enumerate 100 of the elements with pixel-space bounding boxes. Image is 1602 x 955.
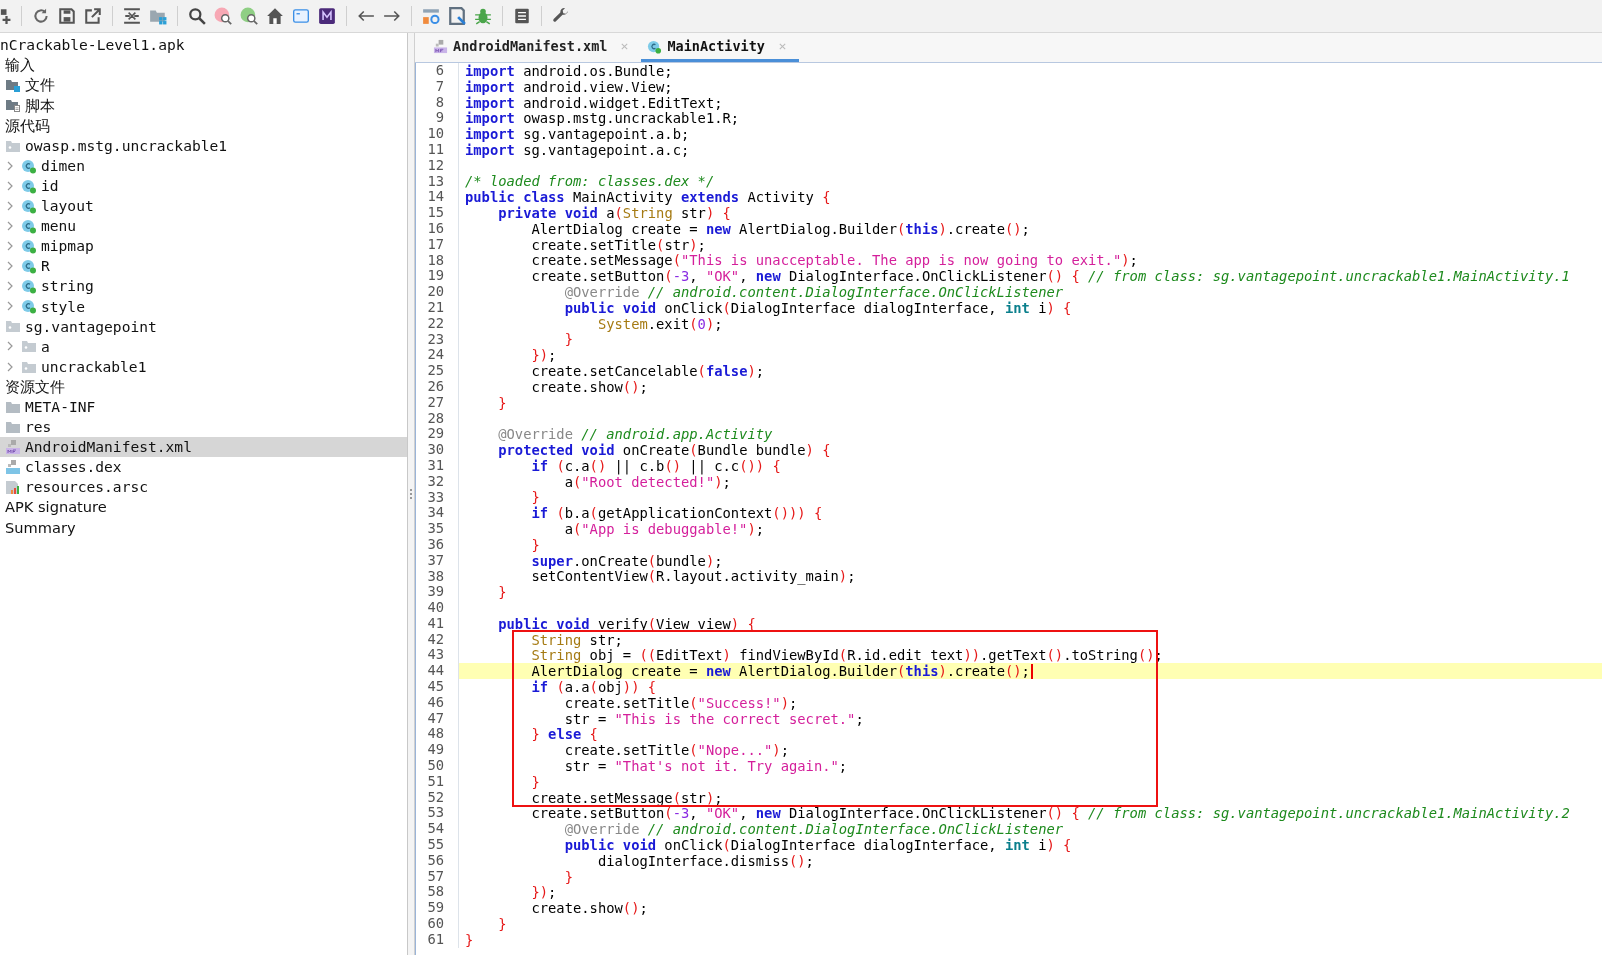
tree-label: menu (41, 217, 77, 235)
chevron-icon[interactable] (5, 261, 15, 272)
wrench-icon[interactable] (552, 7, 570, 25)
tree-item[interactable]: Summary (0, 517, 407, 538)
page-edit-icon[interactable] (448, 7, 466, 25)
line-number: 19 (416, 268, 459, 285)
code-line: } (530, 773, 540, 790)
tree-item[interactable]: META-INF (0, 396, 407, 417)
tree-item[interactable]: AndroidManifest.xml (0, 436, 407, 457)
home-icon[interactable] (266, 7, 284, 25)
search-icon[interactable] (188, 7, 206, 25)
tree-item[interactable]: nCrackable-Level1.apk (0, 35, 407, 56)
chevron-icon[interactable] (5, 200, 15, 211)
folder-grid-icon[interactable] (149, 7, 167, 25)
list-icon[interactable] (513, 7, 531, 25)
tree-item[interactable]: 输入 (0, 55, 407, 76)
line-number: 13 (416, 173, 459, 190)
tree-item[interactable]: res (0, 416, 407, 437)
refresh-icon[interactable] (32, 7, 50, 25)
tree-item[interactable]: 资源文件 (0, 376, 407, 397)
code-line: protected void onCreate(Bundle bundle) { (497, 442, 831, 459)
tree-item[interactable]: id (0, 175, 407, 196)
code-line: String str; (531, 631, 623, 648)
save-icon[interactable] (58, 7, 76, 25)
line-number: 7 (416, 78, 459, 95)
class-icon (21, 177, 37, 194)
line-number: 55 (416, 837, 459, 853)
tree-label: R (41, 257, 50, 275)
class-icon (21, 197, 37, 214)
chevron-icon[interactable] (5, 160, 15, 171)
code-line: AlertDialog create = new AlertDialog.Builder(this).create(); (531, 220, 1030, 237)
editor-tab[interactable]: AndroidManifest.xml (427, 33, 642, 62)
tree-item[interactable]: R (0, 256, 407, 277)
zigzag-square-icon[interactable] (318, 7, 336, 25)
line-number: 38 (416, 568, 459, 585)
circle-search-icon[interactable] (214, 7, 232, 25)
code-line: dialogInterface.dismiss(); (597, 852, 814, 869)
close-icon[interactable] (778, 41, 787, 51)
tree-label: layout (41, 197, 94, 215)
line-number: 6 (416, 63, 459, 79)
tree-item[interactable]: menu (0, 215, 407, 236)
chevron-icon[interactable] (5, 361, 15, 372)
class-icon (21, 278, 37, 295)
tree-label: resources.arsc (25, 478, 148, 496)
tree-label: id (41, 176, 59, 195)
chevron-icon[interactable] (5, 281, 15, 292)
tree-item[interactable]: owasp.mstg.uncrackable1 (0, 135, 407, 156)
line-number: 60 (416, 916, 459, 932)
chevron-icon[interactable] (5, 341, 15, 352)
tree-item[interactable]: style (0, 296, 407, 317)
tree-item[interactable]: classes.dex (0, 456, 407, 478)
line-number: 48 (416, 726, 459, 743)
tree-item[interactable]: APK signature (0, 497, 407, 518)
tree-item[interactable]: a (0, 336, 407, 357)
line-number: 51 (416, 773, 459, 790)
code-line: public void onClick(DialogInterface dialogInterface, int i) { (563, 836, 1072, 853)
tree-item[interactable]: 文件 (0, 75, 407, 96)
line-number: 47 (416, 710, 459, 727)
code-line: } (563, 868, 573, 885)
editor-tab[interactable]: MainActivity (641, 33, 799, 62)
line-number: 15 (416, 205, 459, 221)
tree-item[interactable]: dimen (0, 155, 407, 176)
close-icon[interactable] (620, 41, 630, 51)
tree-label: res (25, 418, 52, 436)
tree-label: 脚本 (25, 96, 55, 115)
circle-search-icon[interactable] (240, 7, 258, 25)
chevron-icon[interactable] (5, 241, 15, 251)
tree-label: Summary (5, 518, 76, 537)
line-number: 23 (416, 331, 459, 348)
code-line: } (497, 394, 507, 411)
chevron-icon[interactable] (5, 220, 15, 231)
tree-label: 输入 (5, 56, 35, 74)
chevron-icon[interactable] (5, 180, 15, 191)
tree-label: 源代码 (5, 116, 50, 135)
code-line: public class MainActivity extends Activity { (465, 189, 831, 206)
line-number: 56 (416, 852, 459, 869)
tree-item[interactable]: 源代码 (0, 115, 407, 136)
bug-icon[interactable] (474, 7, 492, 25)
line-number: 31 (416, 457, 459, 474)
tree-item[interactable]: string (0, 276, 407, 297)
line-number: 57 (416, 868, 459, 885)
export-icon[interactable] (84, 7, 102, 25)
code-line: if (c.a() || c.b() || c.c()) { (531, 457, 781, 474)
code-line: } (497, 584, 507, 601)
code-line: } else { (530, 726, 598, 743)
tree-item[interactable]: resources.arsc (0, 477, 407, 498)
line-number: 8 (416, 94, 459, 111)
chevron-icon[interactable] (5, 301, 15, 312)
tree-item[interactable]: mipmap (0, 235, 407, 257)
window-icon[interactable] (292, 7, 310, 25)
expand-icon[interactable] (123, 7, 141, 25)
code-line: @Override // android.app.Activity (497, 426, 773, 443)
tree-item[interactable]: sg.vantagepoint (0, 316, 407, 337)
code-line: } (497, 915, 507, 932)
tree-item[interactable]: layout (0, 195, 407, 216)
manifest-file-icon (433, 38, 448, 54)
tree-item[interactable]: 脚本 (0, 95, 407, 116)
tree-item[interactable]: uncrackable1 (0, 356, 407, 377)
line-number: 30 (416, 442, 459, 458)
code-line: a("App is debuggable!"); (563, 521, 765, 537)
